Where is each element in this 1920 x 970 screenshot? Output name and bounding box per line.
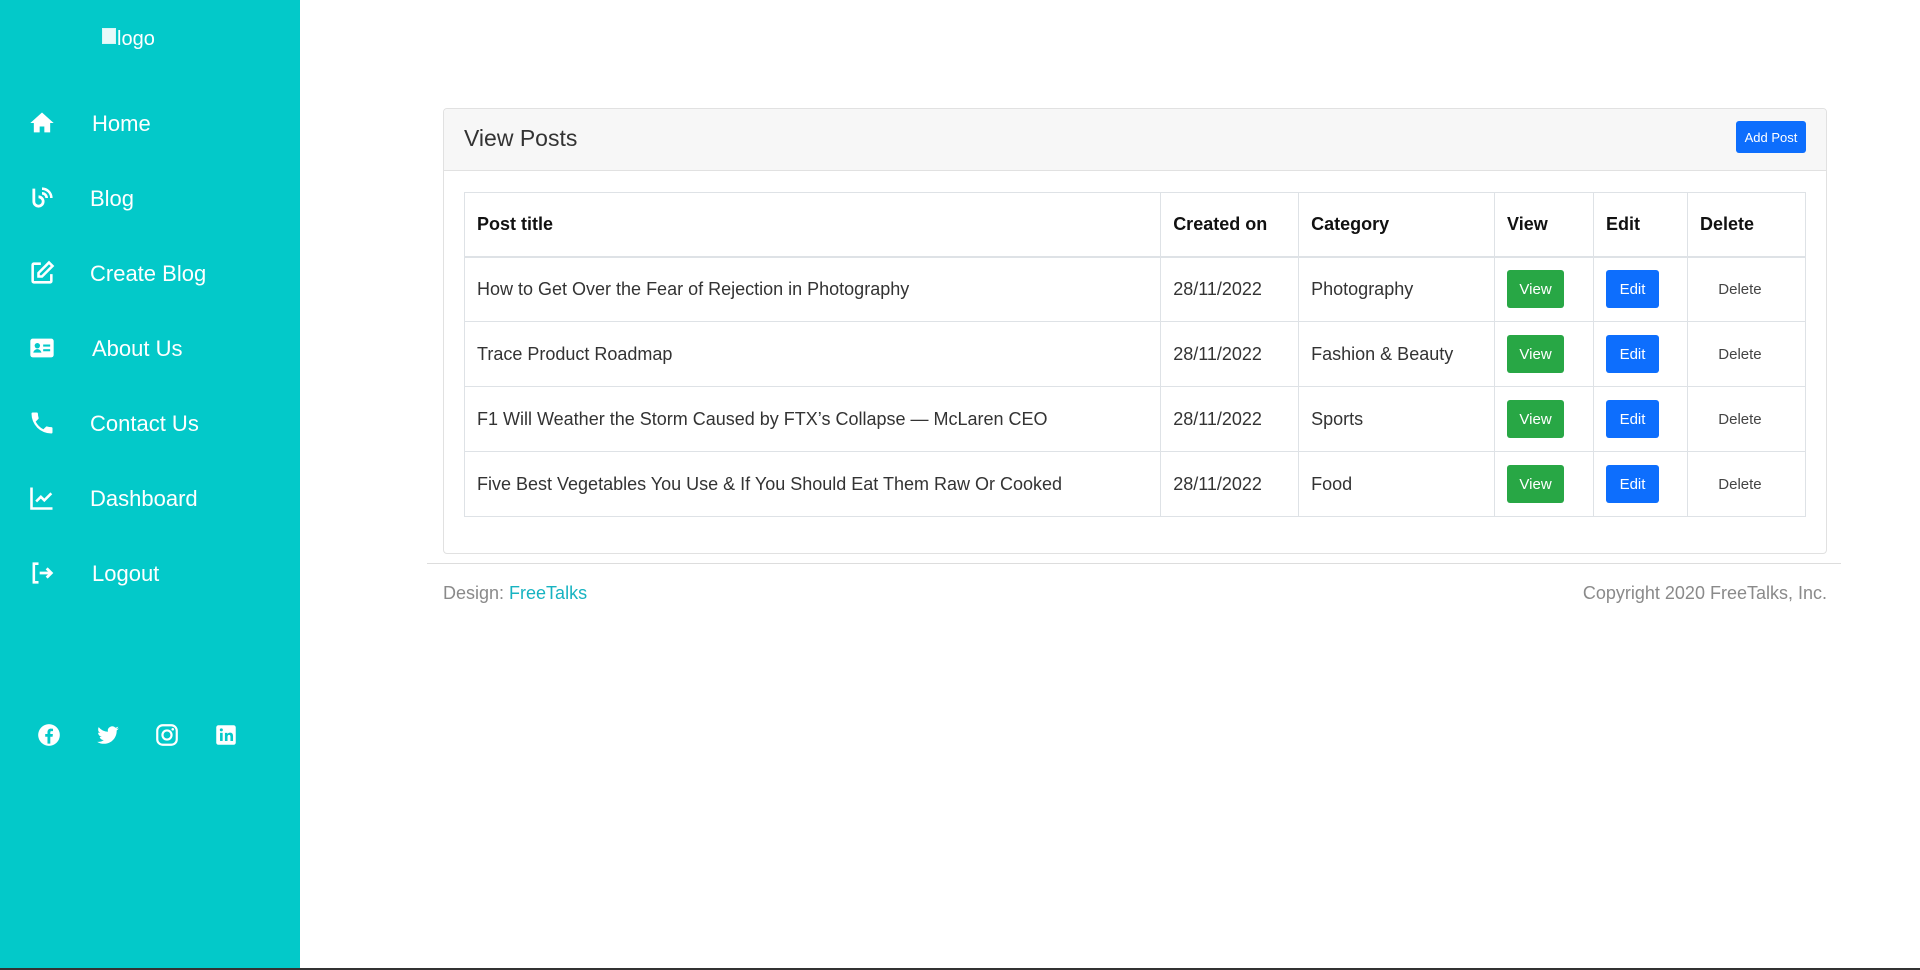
sidebar-item-blog[interactable]: Blog (0, 170, 300, 245)
delete-button[interactable]: Delete (1700, 400, 1780, 438)
card-header: View Posts Add Post (444, 109, 1826, 171)
post-title-cell: Trace Product Roadmap (463, 321, 1162, 387)
column-header-created-on: Created on (1160, 192, 1300, 258)
linkedin-icon[interactable] (213, 722, 239, 748)
id-card-icon (30, 338, 54, 358)
view-button[interactable]: View (1507, 400, 1565, 438)
column-header-edit: Edit (1593, 192, 1688, 258)
posts-table: Post title Created on Category View Edit… (463, 192, 1807, 517)
edit-button[interactable]: Edit (1606, 335, 1659, 373)
sidebar-item-label: Dashboard (90, 486, 198, 511)
column-header-delete: Delete (1686, 192, 1807, 258)
twitter-icon[interactable] (95, 722, 121, 748)
delete-button[interactable]: Delete (1700, 335, 1780, 373)
post-title-cell: Five Best Vegetables You Use & If You Sh… (463, 451, 1162, 517)
freetalks-link[interactable]: FreeTalks (509, 583, 587, 603)
delete-cell: Delete (1686, 321, 1807, 387)
logo-alt-text: logo (117, 28, 155, 50)
card-title: View Posts (464, 125, 578, 151)
table-row: Trace Product Roadmap 28/11/2022 Fashion… (463, 321, 1807, 387)
footer-design-credit: Design: FreeTalks (443, 583, 587, 604)
logo[interactable]: logo (102, 28, 172, 56)
table-row: Five Best Vegetables You Use & If You Sh… (463, 451, 1807, 517)
category-cell: Fashion & Beauty (1298, 321, 1496, 387)
sidebar-item-label: Contact Us (90, 411, 199, 436)
created-on-cell: 28/11/2022 (1160, 256, 1300, 322)
sidebar-item-home[interactable]: Home (0, 95, 300, 170)
logout-icon (32, 562, 54, 584)
category-cell: Sports (1298, 386, 1496, 452)
column-header-post-title: Post title (463, 192, 1162, 258)
sidebar-item-label: Logout (92, 561, 160, 586)
edit-cell: Edit (1593, 451, 1688, 517)
sidebar-item-label: Home (92, 111, 151, 136)
chart-line-icon (30, 487, 53, 510)
view-button[interactable]: View (1507, 465, 1565, 503)
category-cell: Photography (1298, 256, 1496, 322)
view-button[interactable]: View (1507, 335, 1565, 373)
footer-divider (427, 563, 1841, 564)
created-on-cell: 28/11/2022 (1160, 321, 1300, 387)
blog-icon (32, 187, 53, 208)
view-cell: View (1494, 321, 1594, 387)
sidebar-item-contact-us[interactable]: Contact Us (0, 395, 300, 470)
instagram-icon[interactable] (154, 722, 180, 748)
footer-copyright: Copyright 2020 FreeTalks, Inc. (1582, 583, 1827, 603)
sidebar-item-about-us[interactable]: About Us (0, 320, 300, 395)
edit-cell: Edit (1593, 321, 1688, 387)
edit-cell: Edit (1593, 256, 1688, 322)
view-cell: View (1494, 386, 1594, 452)
sidebar-item-create-blog[interactable]: Create Blog (0, 245, 300, 320)
delete-cell: Delete (1686, 451, 1807, 517)
column-header-view: View (1494, 192, 1594, 258)
sidebar-item-dashboard[interactable]: Dashboard (0, 470, 300, 545)
view-button[interactable]: View (1507, 270, 1565, 309)
edit-cell: Edit (1593, 386, 1688, 452)
edit-button[interactable]: Edit (1606, 465, 1659, 503)
view-cell: View (1494, 256, 1594, 322)
table-header-row: Post title Created on Category View Edit… (463, 192, 1807, 258)
home-icon (30, 112, 54, 133)
post-title-cell: How to Get Over the Fear of Rejection in… (463, 256, 1162, 322)
edit-button[interactable]: Edit (1606, 270, 1659, 309)
sidebar-item-logout[interactable]: Logout (0, 545, 300, 620)
design-prefix: Design: (443, 583, 510, 603)
created-on-cell: 28/11/2022 (1160, 451, 1300, 517)
add-post-button[interactable]: Add Post (1736, 121, 1806, 153)
sidebar-item-label: Create Blog (90, 261, 207, 286)
sidebar-item-label: Blog (90, 186, 135, 211)
view-posts-card: View Posts Add Post Post title Created o… (443, 108, 1827, 554)
phone-icon (31, 412, 53, 434)
social-links (36, 722, 256, 752)
sidebar-nav: Home Blog Create Blog About Us Contact U… (0, 95, 300, 620)
delete-cell: Delete (1686, 256, 1807, 322)
category-cell: Food (1298, 451, 1496, 517)
delete-button[interactable]: Delete (1700, 270, 1780, 308)
created-on-cell: 28/11/2022 (1160, 386, 1300, 452)
view-cell: View (1494, 451, 1594, 517)
delete-cell: Delete (1686, 386, 1807, 452)
sidebar-item-label: About Us (92, 336, 183, 361)
sidebar: logo Home Blog Create Blog About Us Cont… (0, 0, 300, 968)
table-row: F1 Will Weather the Storm Caused by FTX’… (463, 386, 1807, 452)
edit-icon (31, 260, 55, 284)
broken-image-icon (102, 28, 116, 44)
post-title-cell: F1 Will Weather the Storm Caused by FTX’… (463, 386, 1162, 452)
column-header-category: Category (1298, 192, 1496, 258)
facebook-icon[interactable] (36, 722, 62, 748)
edit-button[interactable]: Edit (1606, 400, 1659, 438)
delete-button[interactable]: Delete (1700, 465, 1780, 503)
table-row: How to Get Over the Fear of Rejection in… (463, 256, 1807, 322)
